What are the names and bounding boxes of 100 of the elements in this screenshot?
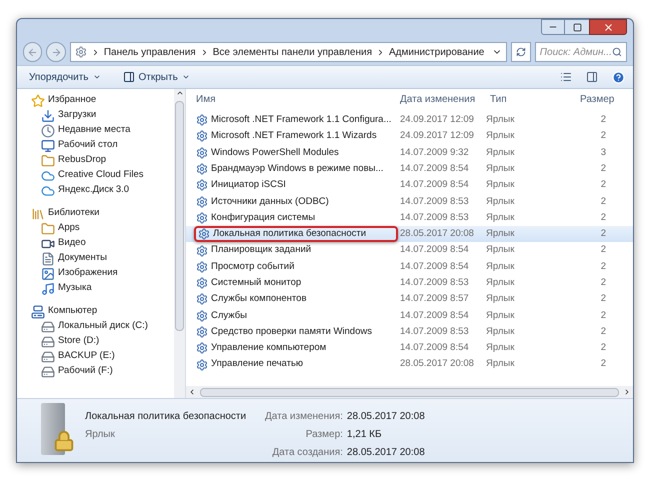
file-row[interactable]: Локальная политика безопасности 28.05.2017 20:08 Ярлык 2 <box>186 226 633 242</box>
breadcrumb-item[interactable]: Все элементы панели управления <box>212 44 372 60</box>
type-cell-text: Ярлык <box>486 308 516 323</box>
details-file-name: Локальная политика безопасности <box>85 410 248 424</box>
search-input[interactable]: Поиск: Админ... <box>540 44 612 60</box>
file-row[interactable]: Windows PowerShell Modules 14.07.2009 9:32 Ярлык 3 <box>186 144 633 161</box>
file-row[interactable]: Службы компонентов 14.07.2009 8:57 Ярлык 2 <box>186 291 633 308</box>
size-cell-text: 2 <box>600 113 606 128</box>
date-cell-text: 14.07.2009 8:53 <box>399 194 470 208</box>
type-cell-text: Ярлык <box>486 227 516 242</box>
sidebar-item[interactable]: Локальный диск (C:) <box>31 319 174 334</box>
file-name-cell: Средство проверки памяти Windows <box>194 324 398 340</box>
size-cell-text: 2 <box>600 178 606 192</box>
sidebar-item[interactable]: Рабочий стол <box>31 138 174 153</box>
column-header[interactable]: Тип <box>490 92 580 106</box>
file-row[interactable]: Брандмауэр Windows в режиме повы... 14.07.2009 8:54 Ярлык 2 <box>186 160 633 178</box>
date-cell-text: 28.05.2017 20:08 <box>399 227 475 242</box>
sidebar-item[interactable]: Creative Cloud Files <box>31 168 174 183</box>
close-button[interactable] <box>589 19 627 35</box>
document-icon <box>41 252 55 266</box>
size-cell-text: 2 <box>600 357 606 372</box>
sidebar-item[interactable]: Изображения <box>31 266 174 281</box>
date-cell-text: 14.07.2009 8:54 <box>399 178 470 192</box>
image-icon <box>41 266 55 280</box>
clock-icon <box>41 124 55 138</box>
file-row[interactable]: Microsoft .NET Framework 1.1 Configura... 24.09.2017 12:09 Ярлык 2 <box>186 112 633 128</box>
close-icon <box>602 22 614 32</box>
scroll-left-icon[interactable] <box>188 388 196 396</box>
sidebar-group[interactable]: Компьютер <box>31 304 174 319</box>
details-label: Дата изменения: <box>265 410 343 424</box>
scroll-up-icon[interactable] <box>176 89 184 97</box>
size-cell-text: 2 <box>600 243 606 258</box>
sidebar-item[interactable]: Apps <box>31 221 174 236</box>
file-row[interactable]: Системный монитор 14.07.2009 8:53 Ярлык 2 <box>186 274 633 292</box>
cloud-icon <box>41 168 55 182</box>
preview-pane-icon[interactable] <box>586 71 598 83</box>
refresh-button[interactable] <box>511 42 531 62</box>
breadcrumb-item[interactable]: Панель управления <box>104 44 196 60</box>
file-row[interactable]: Управление компьютером 14.07.2009 8:54 Ярлык 2 <box>186 340 633 356</box>
help-icon[interactable] <box>612 70 625 84</box>
search-field[interactable]: Поиск: Админ... <box>534 42 628 62</box>
sidebar-item[interactable]: Яндекс.Диск 3.0 <box>31 183 174 198</box>
size-cell-text: 2 <box>600 129 606 144</box>
sidebar-item[interactable]: Рабочий (F:) <box>31 364 174 379</box>
scrollbar-thumb[interactable] <box>175 101 184 331</box>
sidebar-item[interactable]: Загрузки <box>31 108 174 123</box>
column-header[interactable]: Размер <box>580 92 620 106</box>
file-row[interactable]: Службы 14.07.2009 8:54 Ярлык 2 <box>186 308 633 324</box>
details-value: 28.05.2017 20:08 <box>346 446 425 460</box>
toolbar-button[interactable]: Упорядочить <box>25 70 105 84</box>
sidebar-item[interactable]: RebusDrop <box>31 153 174 168</box>
type-cell-text: Ярлык <box>486 162 516 176</box>
size-cell-text: 2 <box>600 308 606 323</box>
size-cell-text: 2 <box>600 260 606 274</box>
file-row[interactable]: Средство проверки памяти Windows 14.07.2009 8:53 Ярлык 2 <box>186 324 633 340</box>
file-row[interactable]: Источники данных (ODBC) 14.07.2009 8:53 Ярлык 2 <box>186 193 633 210</box>
sidebar-item[interactable]: BACKUP (E:) <box>31 349 174 364</box>
server-lock-icon <box>41 403 75 457</box>
sidebar-item[interactable]: Музыка <box>31 281 174 296</box>
maximize-button[interactable] <box>565 19 589 35</box>
file-name-cell: Инициатор iSCSI <box>194 177 398 194</box>
file-name-cell: Microsoft .NET Framework 1.1 Wizards <box>194 128 398 144</box>
sidebar-item[interactable]: Store (D:) <box>31 334 174 349</box>
sidebar-group[interactable]: Библиотеки <box>31 206 174 221</box>
library-icon <box>31 206 45 220</box>
date-cell-text: 14.07.2009 8:54 <box>399 308 470 323</box>
date-cell-text: 14.07.2009 8:53 <box>399 324 470 339</box>
details-label: Дата создания: <box>271 446 343 460</box>
size-cell-text: 2 <box>600 162 606 176</box>
back-arrow-icon <box>27 46 38 58</box>
sidebar-item[interactable]: Документы <box>31 251 174 266</box>
details-label: Размер: <box>304 428 343 442</box>
sidebar-item[interactable]: Видео <box>31 236 174 251</box>
sidebar-item[interactable]: Недавние места <box>31 123 174 138</box>
date-cell-text: 14.07.2009 8:54 <box>399 243 470 258</box>
file-row[interactable]: Инициатор iSCSI 14.07.2009 8:54 Ярлык 2 <box>186 177 633 194</box>
file-row[interactable]: Планировщик заданий 14.07.2009 8:54 Ярлык 2 <box>186 242 633 259</box>
size-cell-text: 2 <box>600 324 606 339</box>
file-row[interactable]: Microsoft .NET Framework 1.1 Wizards 24.09.2017 12:09 Ярлык 2 <box>186 128 633 145</box>
horizontal-scrollbar[interactable] <box>186 386 633 398</box>
type-cell-text: Ярлык <box>486 292 516 306</box>
toolbar-button[interactable]: Открыть <box>118 70 194 84</box>
scrollbar-thumb[interactable] <box>200 388 619 396</box>
file-row[interactable]: Управление печатью 28.05.2017 20:08 Ярлык 2 <box>186 356 633 373</box>
column-header[interactable]: Дата изменения <box>400 92 490 106</box>
column-header[interactable]: Имя <box>196 92 400 106</box>
refresh-icon <box>516 47 526 57</box>
file-name-cell: Windows PowerShell Modules <box>194 144 398 161</box>
address-bar[interactable]: Панель управления Все элементы панели управления Администрирование <box>70 42 508 62</box>
sidebar-group[interactable]: Избранное <box>31 93 174 108</box>
scroll-right-icon[interactable] <box>623 388 631 396</box>
maximize-icon <box>572 22 582 32</box>
file-name-cell: Службы компонентов <box>194 291 398 308</box>
file-row[interactable]: Просмотр событий 14.07.2009 8:54 Ярлык 2 <box>186 258 633 275</box>
file-row[interactable]: Конфигурация системы 14.07.2009 8:53 Ярлык 2 <box>186 210 633 226</box>
size-cell-text: 2 <box>600 210 606 225</box>
size-cell-text: 2 <box>600 227 606 242</box>
breadcrumb-item[interactable]: Администрирование <box>388 44 484 60</box>
sidebar-scrollbar[interactable] <box>174 89 186 398</box>
size-cell-text: 2 <box>600 194 606 208</box>
